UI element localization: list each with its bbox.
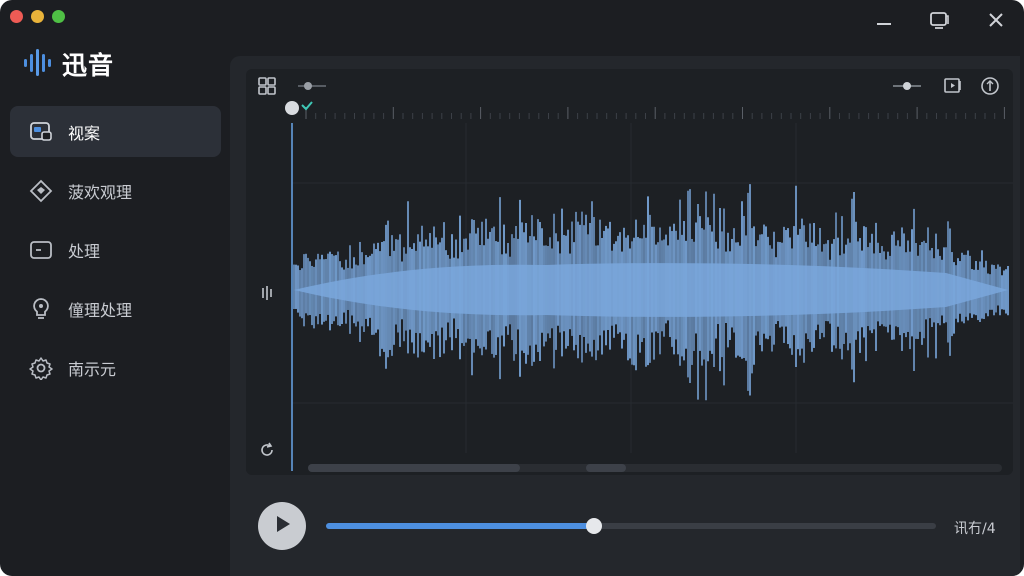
zoom-slider-icon[interactable] (296, 79, 328, 93)
maximize-window-dot[interactable] (52, 10, 65, 23)
diamond-icon (28, 178, 54, 204)
playback-progress-bar[interactable] (326, 518, 936, 534)
sidebar-item-project[interactable]: 视案 (10, 106, 221, 157)
checkmark-icon (300, 97, 314, 111)
playhead-handle[interactable] (285, 101, 299, 115)
sidebar-item-effects[interactable]: 菠欢观理 (10, 165, 221, 216)
progress-fill (326, 523, 595, 529)
close-icon[interactable] (982, 8, 1010, 32)
bulb-icon (28, 296, 54, 322)
minimize-icon[interactable] (870, 8, 898, 32)
scroll-thumb[interactable] (308, 464, 520, 472)
scroll-thumb-secondary[interactable] (586, 464, 626, 472)
close-window-dot[interactable] (10, 10, 23, 23)
sidebar-item-label: 南示元 (68, 359, 117, 379)
export-icon[interactable] (942, 75, 964, 97)
info-icon[interactable] (979, 75, 1001, 97)
project-icon (28, 119, 54, 145)
traffic-lights (10, 10, 65, 23)
sidebar-item-settings[interactable]: 南示元 (10, 342, 221, 393)
app-window: 迅音 视案 菠欢观理 处理 僮理处理 南示元 讯冇/4 (0, 0, 1024, 576)
window-controls (870, 8, 1010, 32)
sidebar-item-process[interactable]: 处理 (10, 224, 221, 275)
time-label: 讯冇/4 (954, 521, 996, 537)
loop-icon[interactable] (256, 439, 278, 461)
play-icon (271, 513, 293, 539)
sidebar-item-smart-process[interactable]: 僮理处理 (10, 283, 221, 334)
sidebar-item-label: 处理 (68, 241, 101, 261)
gear-icon (28, 355, 54, 381)
sidebar-item-label: 视案 (68, 123, 101, 143)
progress-knob[interactable] (586, 518, 603, 534)
waveform-editor (246, 69, 1013, 475)
play-button[interactable] (258, 502, 306, 550)
horizontal-scrollbar[interactable] (308, 464, 1002, 472)
layout-icon[interactable] (256, 75, 278, 97)
restore-icon[interactable] (926, 8, 954, 32)
waveform-canvas[interactable] (246, 123, 1013, 471)
soundwave-icon (22, 46, 54, 82)
minimize-window-dot[interactable] (31, 10, 44, 23)
timeline-ruler (305, 107, 1005, 119)
sidebar: 视案 菠欢观理 处理 僮理处理 南示元 (10, 106, 221, 401)
app-logo: 迅音 (22, 46, 114, 82)
screen-icon (28, 237, 54, 263)
sidebar-item-label: 菠欢观理 (68, 182, 133, 202)
app-title: 迅音 (62, 51, 115, 80)
channel-icon[interactable] (256, 282, 278, 304)
volume-slider-icon[interactable] (891, 79, 923, 93)
sidebar-item-label: 僮理处理 (68, 300, 133, 320)
main-panel: 讯冇/4 (230, 56, 1020, 576)
